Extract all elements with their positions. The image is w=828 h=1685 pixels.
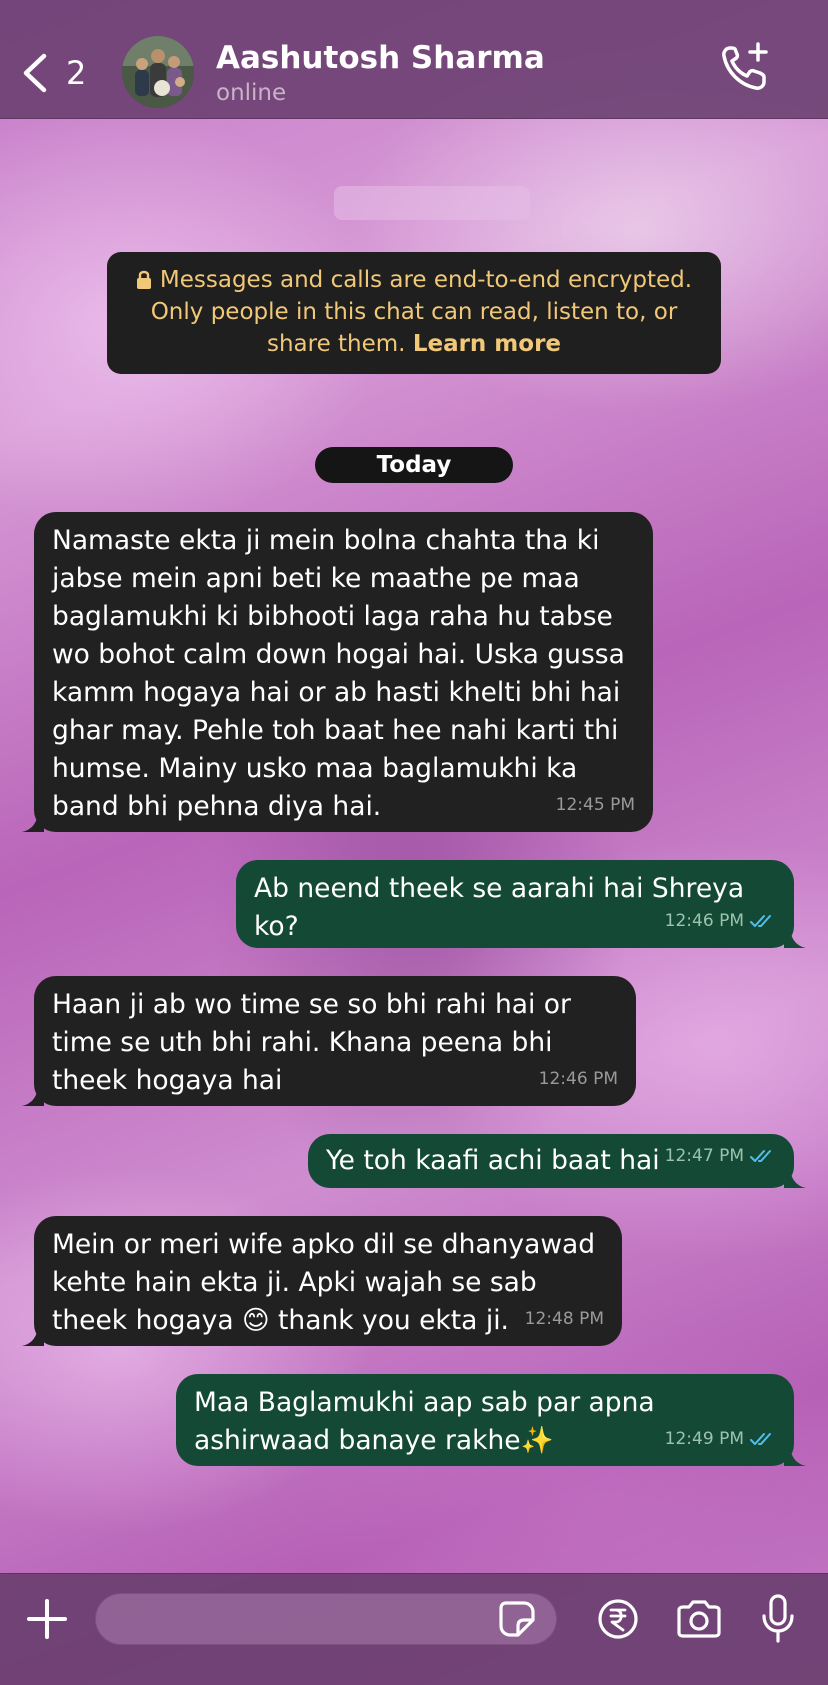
message-bubble-incoming[interactable]: Haan ji ab wo time se so bhi rahi hai or… [22,976,636,1106]
add-call-button[interactable] [716,40,772,96]
message-meta: 12:49 PM [665,1420,776,1458]
contact-status: online [216,80,287,106]
avatar[interactable] [122,36,194,108]
learn-more-link[interactable]: Learn more [413,331,561,357]
camera-icon [677,1600,721,1638]
bubble-tail [784,926,806,948]
microphone-icon [762,1594,794,1643]
message-meta: 12:46 PM [539,1060,618,1098]
family-photo-icon [122,36,194,108]
chat-screen: 2 Aashutosh Sharma online Messages and c… [0,0,828,1685]
unread-count: 2 [66,54,87,92]
message-time: 12:46 PM [664,911,744,931]
message-meta: 12:48 PM [525,1300,604,1338]
message-text: Namaste ekta ji mein bolna chahta tha ki… [52,525,625,822]
encryption-notice[interactable]: Messages and calls are end-to-end encryp… [107,252,721,374]
bubble-tail [784,1166,806,1188]
bubble-tail [22,810,44,832]
message-meta: 12:47 PM [665,1137,776,1175]
message-time: 12:46 PM [538,1069,618,1089]
microphone-button[interactable] [761,1594,795,1644]
chevron-left-icon [23,53,47,93]
date-divider: Today [315,447,513,483]
message-time: 12:48 PM [524,1309,604,1329]
message-time: 12:47 PM [664,1146,744,1166]
camera-button[interactable] [675,1599,723,1639]
message-composer [0,1573,828,1685]
message-time: 12:49 PM [664,1429,744,1449]
rupee-icon [598,1599,638,1639]
message-meta: 12:46 PM [665,902,776,940]
attach-button[interactable] [26,1598,68,1640]
message-input[interactable] [95,1593,557,1645]
message-bubble-outgoing[interactable]: Ab neend theek se aarahi hai Shreya ko? … [236,860,806,948]
sticker-icon [499,1601,535,1637]
plus-icon [27,1599,67,1639]
back-button[interactable]: 2 [20,48,100,98]
contact-name[interactable]: Aashutosh Sharma [216,40,545,76]
message-bubble-incoming[interactable]: Mein or meri wife apko dil se dhanyawad … [22,1216,622,1346]
payment-button[interactable] [597,1598,639,1640]
message-text: Mein or meri wife apko dil se dhanyawad … [52,1229,596,1336]
message-bubble-incoming[interactable]: Namaste ekta ji mein bolna chahta tha ki… [22,512,653,832]
message-bubble-outgoing[interactable]: Maa Baglamukhi aap sab par apna ashirwaa… [176,1374,806,1466]
chat-header: 2 Aashutosh Sharma online [0,0,828,119]
message-meta: 12:45 PM [556,786,635,824]
bubble-tail [22,1084,44,1106]
message-text: Haan ji ab wo time se so bhi rahi hai or… [52,989,571,1096]
add-call-icon [722,42,768,90]
sticker-button[interactable] [498,1600,536,1638]
double-check-icon [750,915,771,927]
lock-icon [136,270,151,289]
bubble-tail [784,1444,806,1466]
message-time: 12:45 PM [555,795,635,815]
bubble-tail [22,1324,44,1346]
double-check-icon [750,1150,771,1162]
blurred-placeholder [334,186,530,220]
double-check-icon [750,1433,771,1445]
message-bubble-outgoing[interactable]: Ye toh kaafi achi baat hai 12:47 PM [308,1134,806,1188]
